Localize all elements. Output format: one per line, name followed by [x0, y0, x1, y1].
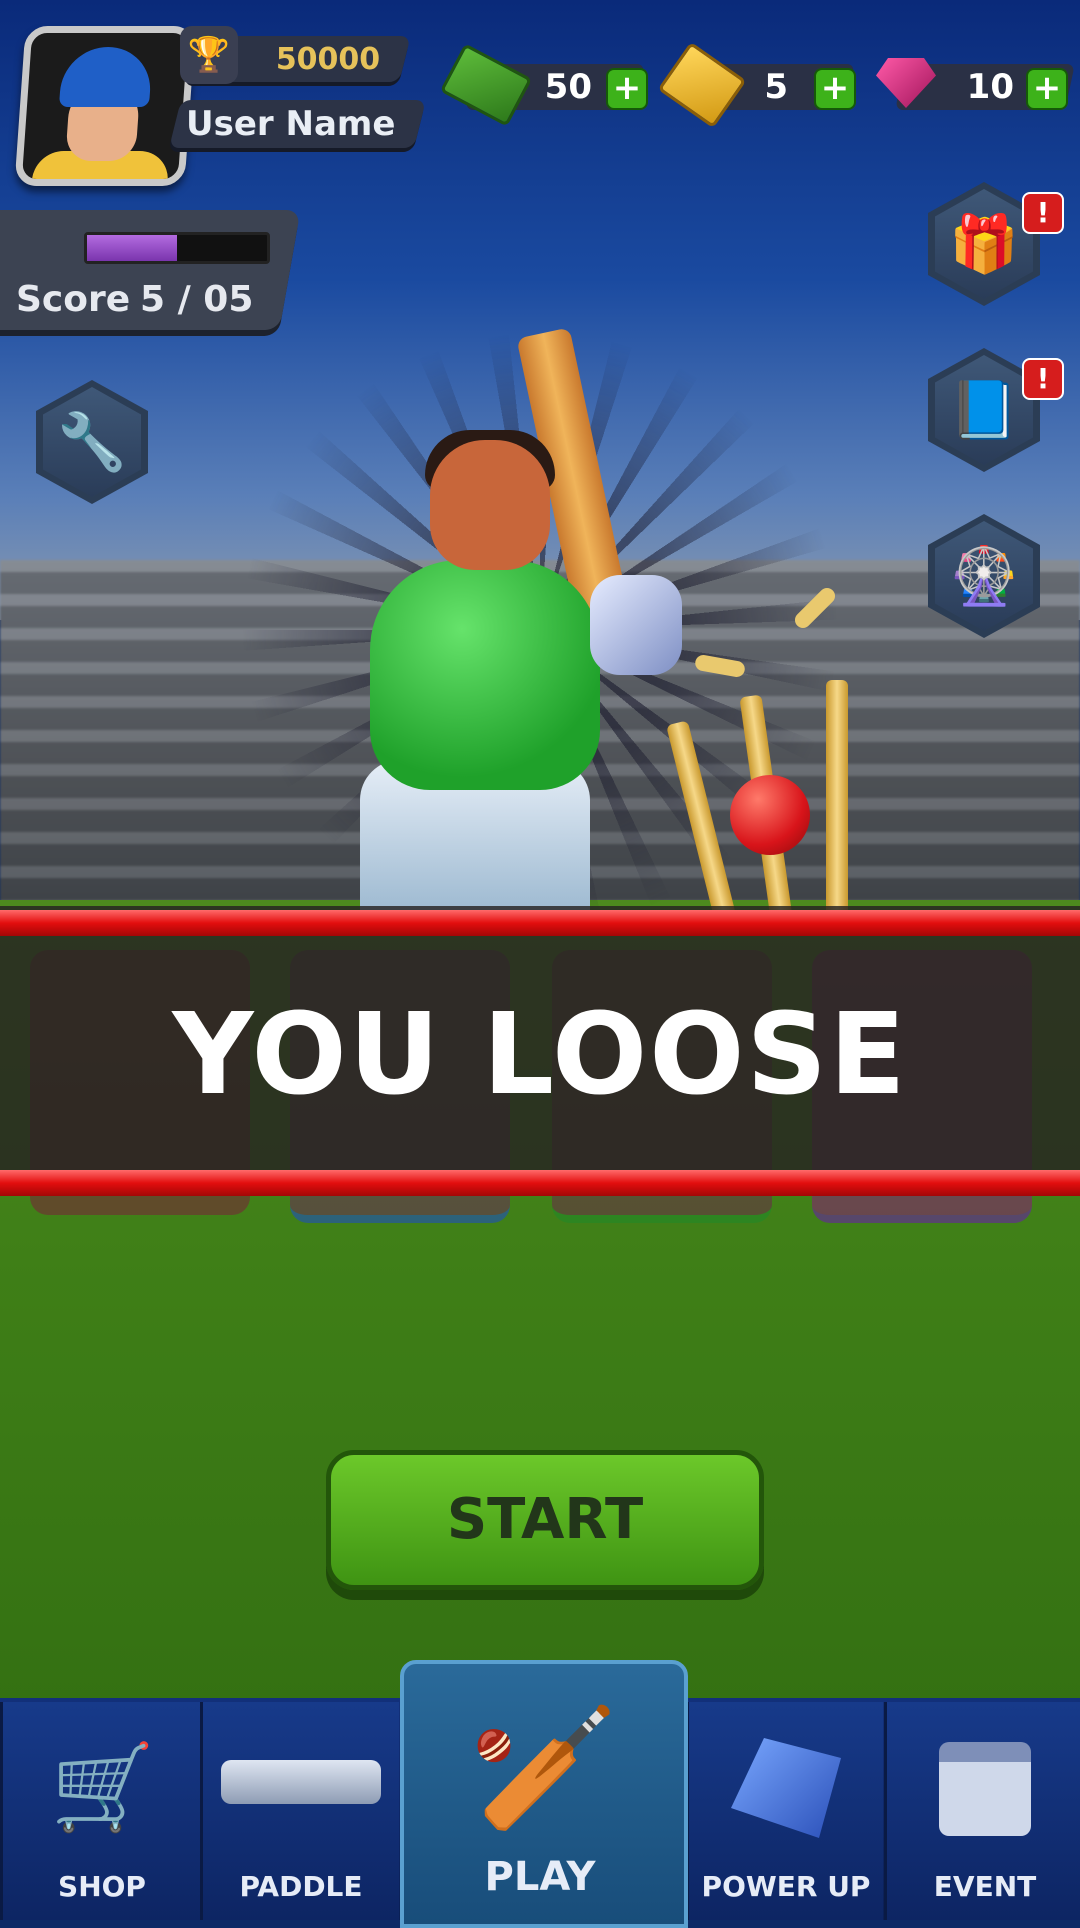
nav-event-label: EVENT [933, 1870, 1037, 1903]
score-progress-bar [84, 232, 270, 264]
banner-bottom-stripe [0, 1170, 1080, 1196]
result-text: YOU LOOSE [172, 990, 908, 1120]
nav-power-up[interactable]: POWER UP [686, 1702, 883, 1920]
player-gloves [590, 575, 682, 675]
trophy-score: 50000 [275, 42, 381, 77]
nav-paddle[interactable]: PADDLE [200, 1702, 399, 1920]
player-shirt [370, 560, 600, 790]
score-value: 5 / 05 [140, 279, 254, 320]
score-progress-fill [87, 235, 177, 261]
add-gems-button[interactable]: + [1026, 68, 1068, 110]
ticket-value: 5 [764, 67, 788, 107]
avatar[interactable] [14, 26, 196, 186]
nav-power-up-label: POWER UP [701, 1870, 871, 1903]
player-head [430, 440, 550, 570]
cricket-ball [730, 775, 810, 855]
nav-event[interactable]: EVENT [884, 1702, 1080, 1920]
add-tickets-button[interactable]: + [814, 68, 856, 110]
add-cash-button[interactable]: + [606, 68, 648, 110]
cash-value: 50 [544, 67, 592, 107]
trophy-icon: 🏆 [180, 26, 238, 84]
score-label: Score [16, 279, 131, 320]
wrench-icon: 🔧 [43, 387, 141, 497]
spin-wheel-icon: 🎡 [935, 521, 1033, 631]
nav-shop-label: SHOP [58, 1870, 146, 1903]
crossed-bats-icon: 🏏 [469, 1699, 619, 1838]
book-alert-badge: ! [1022, 358, 1064, 400]
banner-top-stripe [0, 910, 1080, 936]
nav-paddle-label: PADDLE [239, 1870, 363, 1903]
crystal-icon [731, 1738, 841, 1838]
nav-shop[interactable]: 🛒 SHOP [0, 1702, 201, 1920]
gift-alert-badge: ! [1022, 192, 1064, 234]
gem-value: 10 [966, 67, 1014, 107]
avatar-helmet [58, 47, 154, 107]
stump-right [826, 680, 848, 920]
cart-icon: 🛒 [50, 1737, 156, 1836]
calendar-icon [939, 1742, 1031, 1836]
nav-play[interactable]: 🏏 PLAY [400, 1660, 688, 1928]
user-name: User Name [186, 104, 396, 144]
nav-play-label: PLAY [484, 1854, 596, 1900]
gift-icon: 🎁 [935, 189, 1033, 299]
start-button[interactable]: START [326, 1450, 764, 1590]
book-icon: 📘 [935, 355, 1033, 465]
grip-icon [221, 1760, 381, 1804]
